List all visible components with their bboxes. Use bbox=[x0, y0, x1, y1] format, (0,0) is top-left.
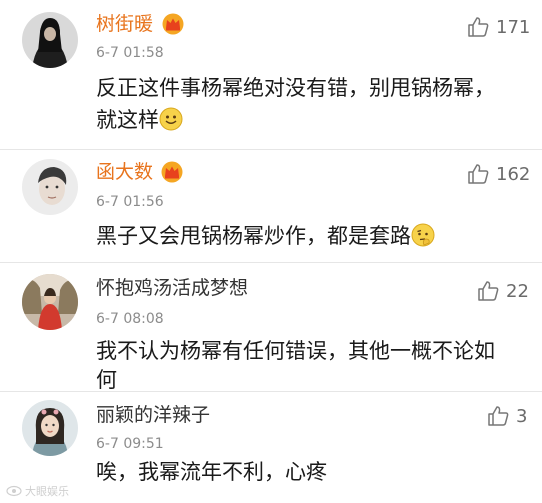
thumbs-up-icon bbox=[478, 281, 499, 301]
avatar[interactable] bbox=[22, 159, 78, 215]
username[interactable]: 树街暖 bbox=[96, 12, 153, 36]
thinking-emoji-icon bbox=[411, 223, 435, 247]
comment-item: 怀抱鸡汤活成梦想 6-7 08:08 我不认为杨幂有任何错误，其他一概不论如 何… bbox=[0, 263, 542, 393]
comment-text: 唉，我幂流年不利，心疼 bbox=[96, 456, 516, 488]
username[interactable]: 怀抱鸡汤活成梦想 bbox=[96, 276, 248, 300]
comment-text-fragment: 黑子又会甩锅杨幂炒作，都是套路 bbox=[96, 224, 411, 248]
comment-item: 丽颖的洋辣子 6-7 09:51 唉，我幂流年不利，心疼 3 bbox=[0, 392, 542, 503]
comment-text-line: 我不认为杨幂有任何错误，其他一概不论如 bbox=[96, 339, 495, 363]
comment-text-line: 黑子又会甩锅杨幂炒作，都是套路 bbox=[96, 220, 516, 252]
thumbs-up-icon bbox=[468, 164, 489, 184]
comment-text-line: 唉，我幂流年不利，心疼 bbox=[96, 460, 327, 484]
username[interactable]: 函大数 bbox=[96, 160, 153, 184]
smile-emoji-icon bbox=[159, 107, 183, 131]
watermark-text: 大眼娱乐 bbox=[25, 485, 69, 498]
comment-text-fragment: 就这样 bbox=[96, 108, 159, 132]
comment-text-line: 反正这件事杨幂绝对没有错，别甩锅杨幂， bbox=[96, 76, 495, 100]
crown-icon bbox=[162, 13, 184, 35]
comment-text-line: 就这样 bbox=[96, 104, 516, 136]
thumbs-up-icon bbox=[468, 17, 489, 37]
timestamp: 6-7 01:56 bbox=[96, 194, 164, 210]
thumbs-up-icon bbox=[488, 406, 509, 426]
like-button[interactable]: 3 bbox=[486, 402, 527, 430]
comment-text: 反正这件事杨幂绝对没有错，别甩锅杨幂， 就这样 bbox=[96, 72, 516, 136]
like-count: 171 bbox=[496, 16, 531, 38]
username[interactable]: 丽颖的洋辣子 bbox=[96, 403, 210, 427]
crown-icon bbox=[161, 161, 183, 183]
timestamp: 6-7 01:58 bbox=[96, 45, 164, 61]
avatar[interactable] bbox=[22, 274, 78, 330]
comment-text: 黑子又会甩锅杨幂炒作，都是套路 bbox=[96, 220, 516, 252]
watermark: 大眼娱乐 bbox=[6, 483, 69, 499]
comment-item: 树街暖 6-7 01:58 反正这件事杨幂绝对没有错，别甩锅杨幂， 就这样 17… bbox=[0, 0, 542, 150]
comment-text: 我不认为杨幂有任何错误，其他一概不论如 何 bbox=[96, 337, 516, 395]
timestamp: 6-7 08:08 bbox=[96, 311, 164, 327]
like-button[interactable]: 22 bbox=[476, 277, 529, 305]
like-count: 3 bbox=[516, 405, 528, 427]
eye-logo-icon bbox=[6, 485, 22, 497]
like-button[interactable]: 171 bbox=[466, 13, 530, 41]
like-count: 162 bbox=[496, 163, 531, 185]
timestamp: 6-7 09:51 bbox=[96, 436, 164, 452]
like-button[interactable]: 162 bbox=[466, 160, 530, 188]
avatar[interactable] bbox=[22, 400, 78, 456]
like-count: 22 bbox=[506, 280, 529, 302]
avatar[interactable] bbox=[22, 12, 78, 68]
comment-item: 函大数 6-7 01:56 黑子又会甩锅杨幂炒作，都是套路 162 bbox=[0, 150, 542, 260]
